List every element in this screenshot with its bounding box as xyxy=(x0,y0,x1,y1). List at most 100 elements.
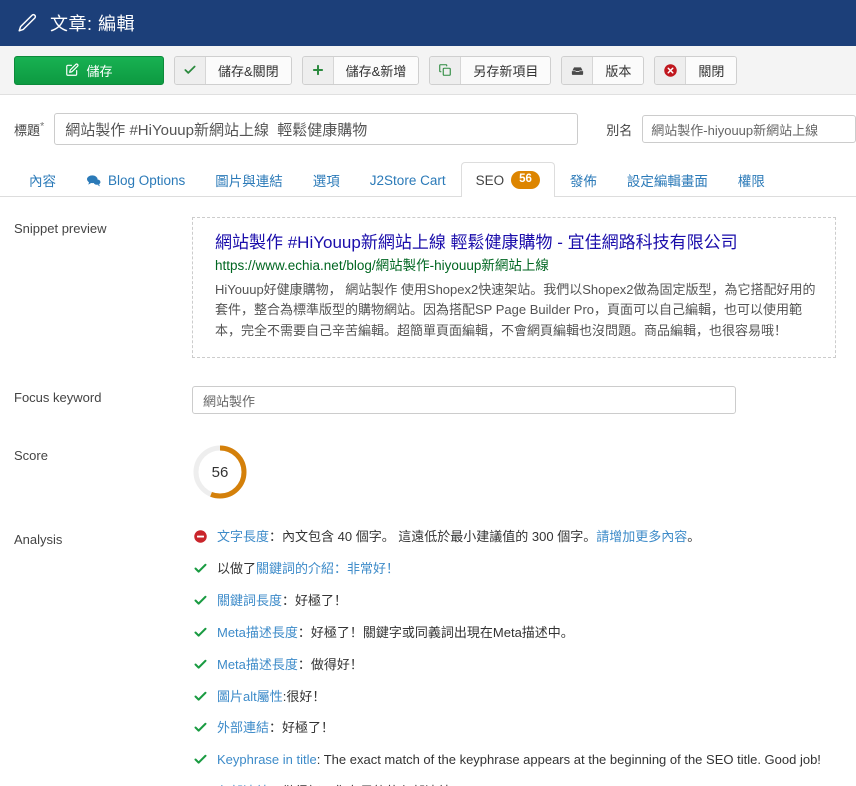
page-title: 文章: 編輯 xyxy=(50,14,136,34)
close-button[interactable]: 關閉 xyxy=(654,55,738,85)
focus-keyword-row: Focus keyword xyxy=(0,386,856,415)
alias-label: 別名 xyxy=(606,122,633,138)
analysis-item-text: Meta描述長度：好極了！關鍵字或同義詞出現在Meta描述中。 xyxy=(217,624,574,643)
check-icon xyxy=(192,560,208,576)
analysis-item-link[interactable]: Meta描述長度 xyxy=(217,625,298,640)
versions-button[interactable]: 版本 xyxy=(561,55,645,85)
focus-keyword-label: Focus keyword xyxy=(14,390,102,406)
save-close-button[interactable]: 儲存&關閉 xyxy=(174,55,292,85)
save-close-label: 儲存&關閉 xyxy=(206,56,291,84)
tab-content[interactable]: 內容 xyxy=(14,162,71,197)
score-label: Score xyxy=(14,448,48,464)
tab-j2store-cart-label: J2Store Cart xyxy=(369,172,446,188)
snippet-url[interactable]: https://www.echia.net/blog/網站製作-hiyouup新… xyxy=(215,257,817,276)
title-input[interactable] xyxy=(54,113,579,145)
analysis-item-text: 外部連結：好極了！ xyxy=(217,719,334,738)
analysis-item: Meta描述長度：好極了！關鍵字或同義詞出現在Meta描述中。 xyxy=(192,624,842,643)
analysis-item: 以做了關鍵詞的介紹：非常好！ xyxy=(192,560,842,579)
plus-icon xyxy=(302,56,334,84)
analysis-item-plain: ：好極了！關鍵字或同義詞出現在Meta描述中。 xyxy=(297,624,574,640)
analysis-item-text: Meta描述長度：做得好！ xyxy=(217,656,363,675)
tab-seo-label: SEO xyxy=(475,172,505,188)
snippet-preview-box: 網站製作 #HiYouup新網站上線 輕鬆健康購物 - 宜佳網路科技有限公司 h… xyxy=(192,217,836,359)
tab-editing-layout[interactable]: 設定編輯畫面 xyxy=(612,162,723,197)
analysis-item: 外部連結：好極了！ xyxy=(192,719,842,738)
page-header: 文章: 編輯 xyxy=(0,0,856,46)
tab-images-links[interactable]: 圖片與連結 xyxy=(200,162,298,197)
analysis-item-text: 圖片alt屬性:很好！ xyxy=(217,688,325,707)
check-icon xyxy=(175,56,206,84)
analysis-item-link[interactable]: Meta描述長度 xyxy=(217,657,298,672)
analysis-item-text: 關鍵詞長度：好極了！ xyxy=(217,592,347,611)
save-button-label: 儲存 xyxy=(86,63,113,79)
analysis-item: Keyphrase in title: The exact match of t… xyxy=(192,751,842,770)
archive-icon xyxy=(562,56,594,84)
score-row: Score 56 xyxy=(0,444,856,500)
analysis-list: 文字長度：內文包含 40 個字。 這遠低於最小建議值的 300 個字。請增加更多… xyxy=(192,528,842,786)
tab-j2store-cart[interactable]: J2Store Cart xyxy=(355,162,461,197)
edit-save-icon xyxy=(65,63,79,77)
analysis-item-link[interactable]: 外部連結 xyxy=(217,720,269,735)
tab-bar: 內容 Blog Options 圖片與連結 選項 J2Store Cart SE… xyxy=(0,161,856,197)
analysis-item-text: 以做了關鍵詞的介紹：非常好！ xyxy=(217,560,399,579)
snippet-description: HiYouup好健康購物， 網站製作 使用Shopex2快速架站。我們以Shop… xyxy=(215,281,816,338)
analysis-item-link[interactable]: 關鍵詞的介紹：非常好！ xyxy=(256,561,399,576)
analysis-item-plain: 以做了 xyxy=(217,561,257,577)
tab-blog-options-label: Blog Options xyxy=(108,172,186,188)
tab-permissions[interactable]: 權限 xyxy=(723,162,780,197)
analysis-label: Analysis xyxy=(14,532,63,548)
analysis-item-plain: : The exact match of the keyphrase appea… xyxy=(316,752,821,768)
check-icon xyxy=(192,656,208,672)
tab-blog-options[interactable]: Blog Options xyxy=(71,162,200,197)
tab-options-label: 選項 xyxy=(312,174,340,189)
analysis-item-plain: 。 xyxy=(687,529,701,545)
tab-publish-label: 發佈 xyxy=(569,174,597,189)
snippet-title[interactable]: 網站製作 #HiYouup新網站上線 輕鬆健康購物 - 宜佳網路科技有限公司 xyxy=(215,232,817,255)
analysis-item-plain: ：做得好！ xyxy=(297,656,363,672)
analysis-item-link[interactable]: 圖片alt屬性 xyxy=(217,689,283,704)
title-label-text: 標題 xyxy=(14,122,41,138)
analysis-item-link[interactable]: 請增加更多內容 xyxy=(596,529,687,544)
check-icon xyxy=(192,592,208,608)
tab-editing-layout-label: 設定編輯畫面 xyxy=(626,174,708,189)
analysis-item-plain: ：好極了！ xyxy=(269,720,335,736)
check-icon xyxy=(192,688,208,704)
analysis-item-text: 文字長度：內文包含 40 個字。 這遠低於最小建議值的 300 個字。請增加更多… xyxy=(217,528,700,547)
save-as-copy-label: 另存新項目 xyxy=(461,56,551,84)
save-as-copy-button[interactable]: 另存新項目 xyxy=(429,55,552,85)
error-circle-icon xyxy=(192,528,208,544)
analysis-item-link[interactable]: 文字長度 xyxy=(217,529,269,544)
copy-icon xyxy=(430,56,462,84)
analysis-item-plain: ：好極了！ xyxy=(282,593,348,609)
save-button[interactable]: 儲存 xyxy=(14,55,164,85)
title-required-mark: * xyxy=(40,120,45,133)
tab-images-links-label: 圖片與連結 xyxy=(215,174,283,189)
score-gauge: 56 xyxy=(192,444,248,500)
pencil-icon xyxy=(16,12,38,34)
analysis-item: 關鍵詞長度：好極了！ xyxy=(192,592,842,611)
analysis-row: Analysis 文字長度：內文包含 40 個字。 這遠低於最小建議值的 300… xyxy=(0,528,856,786)
seo-score-badge: 56 xyxy=(511,171,540,189)
comments-icon xyxy=(86,174,101,187)
snippet-preview-row: Snippet preview 網站製作 #HiYouup新網站上線 輕鬆健康購… xyxy=(0,217,856,359)
analysis-item-plain: :很好！ xyxy=(282,688,326,704)
focus-keyword-input[interactable] xyxy=(192,386,736,415)
save-new-button[interactable]: 儲存&新增 xyxy=(301,55,420,85)
toolbar: 儲存 儲存&關閉 儲存&新增 另存新項目 版本 關閉 xyxy=(0,46,856,95)
snippet-preview-label: Snippet preview xyxy=(14,221,107,236)
tab-content-label: 內容 xyxy=(29,174,56,189)
tab-publish[interactable]: 發佈 xyxy=(555,162,612,197)
tab-options[interactable]: 選項 xyxy=(298,162,355,197)
title-label: 標題* xyxy=(14,120,44,139)
check-icon xyxy=(192,719,208,735)
check-icon xyxy=(192,624,208,640)
alias-input[interactable] xyxy=(642,115,856,143)
score-value: 56 xyxy=(211,463,229,481)
analysis-item-link[interactable]: 關鍵詞長度 xyxy=(217,593,282,608)
analysis-item-link[interactable]: Keyphrase in title xyxy=(217,752,317,767)
tab-permissions-label: 權限 xyxy=(737,174,765,189)
analysis-item: 文字長度：內文包含 40 個字。 這遠低於最小建議值的 300 個字。請增加更多… xyxy=(192,528,842,547)
analysis-item: 圖片alt屬性:很好！ xyxy=(192,688,842,707)
analysis-item: Meta描述長度：做得好！ xyxy=(192,656,842,675)
tab-seo[interactable]: SEO 56 xyxy=(460,162,555,197)
